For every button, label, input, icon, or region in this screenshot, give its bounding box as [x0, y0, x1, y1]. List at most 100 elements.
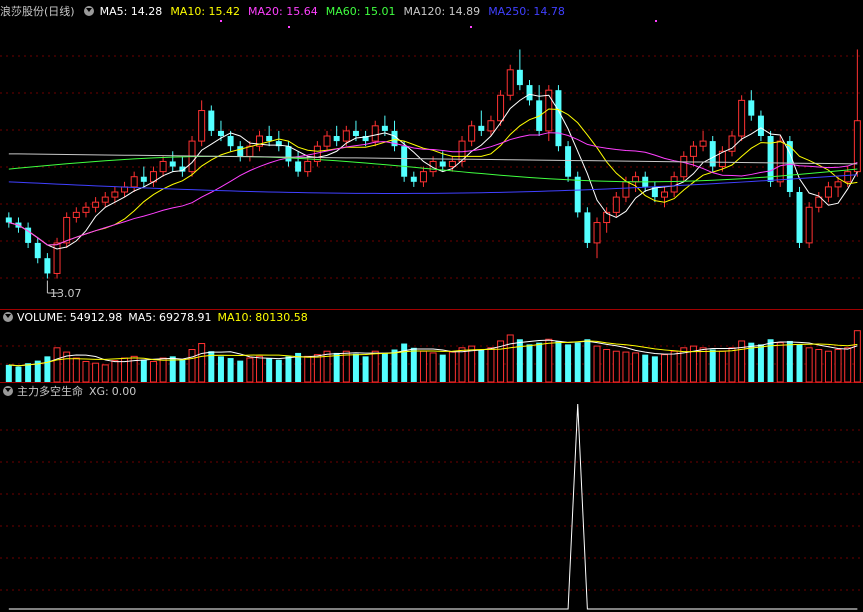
candle-body-up [304, 160, 312, 173]
candle-body-down [140, 176, 147, 182]
volume-bar-down [651, 356, 658, 382]
candle-body-up [593, 222, 601, 244]
volume-bar-up [149, 360, 157, 383]
candle-body-down [169, 161, 176, 167]
candle-body-up [834, 181, 842, 188]
volume-bar-down [642, 354, 649, 382]
candle-body-down [478, 125, 485, 131]
candle-body-up [63, 216, 71, 244]
volume-bar-up [699, 347, 707, 383]
candle-body-up [612, 196, 620, 213]
candle-body-down [709, 141, 716, 167]
candle-body-up [419, 171, 427, 183]
candle-body-down [217, 130, 224, 136]
volume-bar-up [718, 350, 726, 383]
low-price-label: 13.07 [50, 287, 82, 300]
volume-bar-up [159, 357, 167, 383]
candle-body-down [757, 115, 764, 136]
volume-bar-up [448, 351, 456, 383]
xg-signal-line [8, 403, 858, 610]
signal-dot [220, 20, 222, 22]
volume-bar-up [101, 364, 109, 383]
candle-body-down [237, 146, 244, 157]
volume-bar-up [593, 345, 601, 383]
candle-body-down [34, 242, 41, 259]
volume-bar-down [44, 356, 51, 382]
candle-body-up [824, 186, 832, 198]
signal-dot [470, 26, 472, 28]
volume-bar-up [72, 357, 80, 383]
volume-bar-up [545, 338, 553, 383]
candle-body-up [53, 242, 61, 274]
volume-bar-down [410, 347, 417, 382]
candle-body-up [130, 176, 138, 188]
candle-body-up [72, 211, 80, 218]
candle-body-up [622, 181, 630, 198]
kline-chart[interactable] [0, 0, 863, 612]
candle-body-up [632, 176, 640, 183]
volume-bar-up [419, 350, 427, 383]
volume-bar-up [429, 352, 437, 383]
volume-bar-down [584, 339, 591, 382]
volume-bar-up [824, 350, 832, 383]
candle-body-up [487, 120, 495, 132]
volume-bar-up [661, 354, 668, 383]
volume-bar-down [526, 344, 533, 382]
volume-bar-down [786, 340, 793, 382]
volume-bar-up [632, 352, 640, 383]
volume-bar-down [362, 356, 369, 382]
volume-bar-up [815, 349, 823, 383]
volume-bar-up [246, 357, 254, 383]
candle-body-up [506, 69, 514, 96]
volume-bar-up [82, 360, 90, 383]
volume-bar-down [5, 364, 12, 382]
volume-bar-up [92, 362, 100, 383]
candle-body-up [699, 140, 707, 147]
candle-body-up [92, 201, 100, 208]
volume-bar-down [179, 359, 186, 382]
volume-bar-up [458, 347, 466, 383]
candle-body-up [371, 125, 379, 142]
candle-body-up [680, 155, 688, 178]
volume-bar-down [266, 358, 273, 382]
candle-body-up [323, 135, 331, 147]
volume-bar-up [53, 347, 61, 383]
volume-bar-down [536, 342, 543, 382]
candle-body-down [266, 136, 273, 142]
volume-bar-up [670, 350, 678, 383]
candle-body-up [689, 145, 697, 157]
signal-dot [288, 26, 290, 28]
volume-bar-down [709, 349, 716, 382]
volume-bar-down [227, 358, 234, 382]
candle-body-down [439, 161, 446, 167]
candle-body-up [738, 99, 746, 137]
volume-bar-up [844, 347, 852, 383]
candle-body-up [448, 160, 456, 168]
candle-body-down [565, 146, 572, 177]
volume-bar-down [15, 366, 22, 382]
candle-body-up [111, 191, 119, 198]
candle-body-down [526, 85, 533, 101]
volume-bar-up [612, 350, 620, 383]
candle-body-down [584, 212, 591, 243]
volume-bar-down [796, 344, 803, 382]
volume-bar-down [275, 359, 282, 382]
candle-body-down [516, 69, 523, 86]
candle-body-down [748, 100, 755, 116]
volume-bar-down [237, 360, 244, 382]
candle-body-down [285, 146, 292, 162]
volume-bar-up [111, 360, 119, 383]
volume-bar-down [757, 344, 764, 382]
candle-body-down [44, 258, 51, 274]
volume-bar-up [622, 351, 630, 383]
candle-body-down [227, 136, 234, 147]
volume-bar-down [478, 349, 485, 382]
candle-body-down [333, 136, 340, 142]
candle-body-up [121, 186, 129, 193]
volume-bar-up [468, 345, 476, 383]
candle-body-down [295, 161, 302, 172]
candle-body-down [5, 217, 12, 223]
candle-body-down [381, 125, 388, 131]
volume-bar-up [728, 347, 736, 383]
candle-body-up [101, 196, 109, 203]
